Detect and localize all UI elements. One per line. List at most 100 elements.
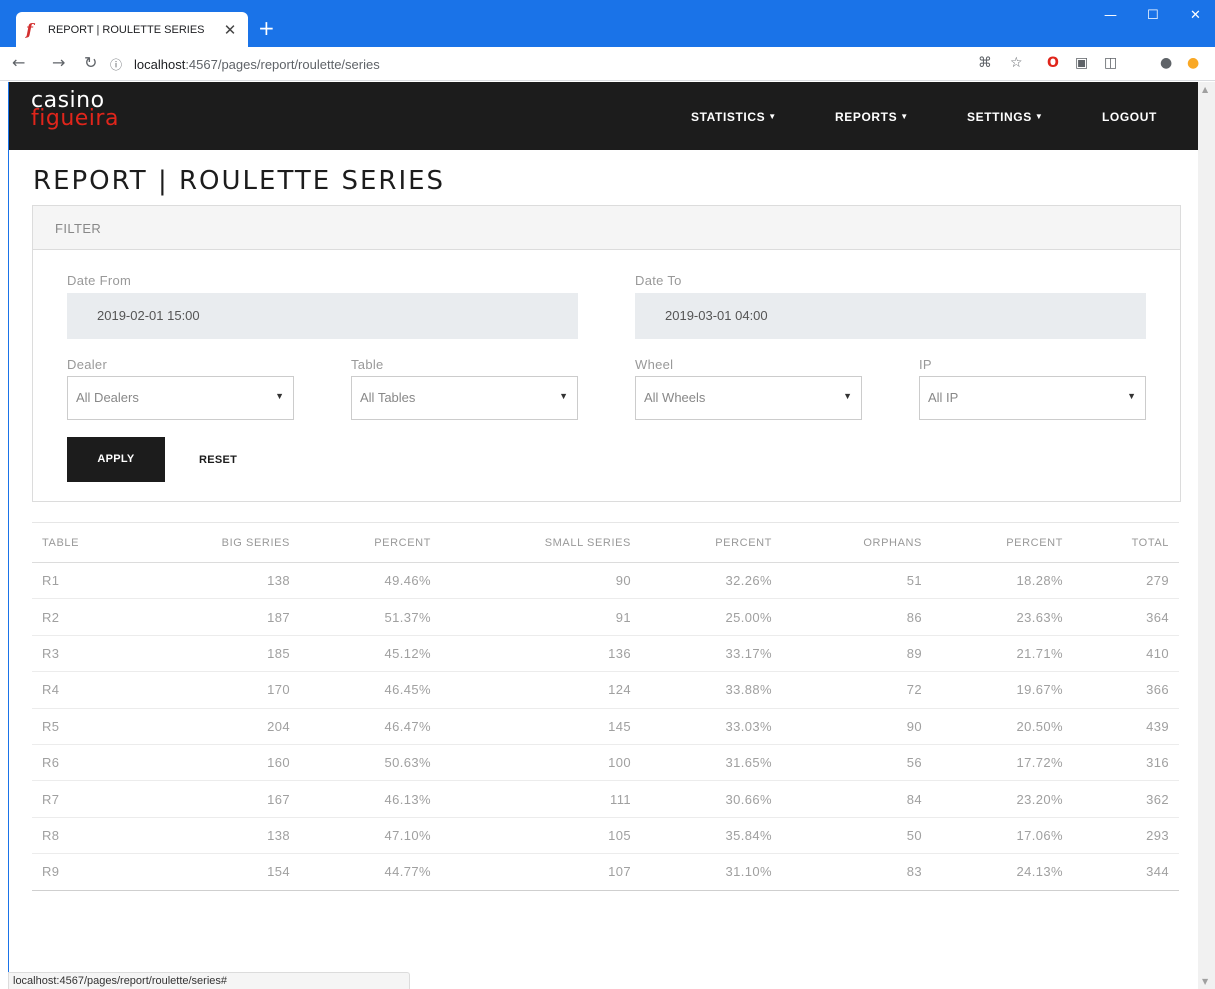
table-cell: 362 [1073, 780, 1179, 818]
apply-button[interactable]: APPLY [67, 437, 165, 482]
url-host: localhost [134, 56, 186, 72]
address-bar: ← → ↻ ⓘ localhost:4567/pages/report/roul… [0, 47, 1215, 81]
table-cell: 33.03% [641, 708, 782, 745]
table-cell: 90 [782, 708, 932, 745]
scroll-up-icon[interactable]: ▲ [1202, 85, 1208, 94]
table-cell: R7 [32, 780, 182, 818]
reset-button[interactable]: RESET [199, 454, 237, 466]
casino-logo[interactable]: casino figueira [31, 90, 119, 131]
table-cell: R5 [32, 708, 182, 745]
table-row: R7 167 46.13% 111 30.66% 84 23.20% 362 [32, 780, 1179, 818]
dealer-label: Dealer [67, 357, 108, 372]
maximize-icon[interactable]: ☐ [1147, 8, 1159, 23]
date-to-label: Date To [635, 273, 682, 288]
browser-titlebar: f REPORT | ROULETTE SERIES ✕ + — ☐ ✕ [0, 0, 1215, 47]
nav-logout[interactable]: LOGOUT [1102, 110, 1157, 124]
site-info-icon[interactable]: ⓘ [110, 56, 128, 73]
table-cell: 170 [182, 671, 300, 709]
wheel-select[interactable]: All Wheels ▼ [635, 376, 862, 420]
browser-tab[interactable]: f REPORT | ROULETTE SERIES ✕ [16, 12, 248, 47]
date-from-label: Date From [67, 273, 132, 288]
table-cell: 25.00% [641, 598, 782, 636]
table-cell: 84 [782, 780, 932, 818]
table-cell: 31.65% [641, 744, 782, 782]
filter-panel: FILTER Date From 2019-02-01 15:00 Date T… [32, 205, 1181, 502]
table-cell: 107 [441, 853, 641, 891]
logo-bottom-text: figueira [31, 106, 119, 131]
column-header: PERCENT [641, 522, 782, 563]
table-cell: 293 [1073, 817, 1179, 855]
table-cell: 138 [182, 817, 300, 855]
table-cell: 167 [182, 780, 300, 818]
new-tab-icon[interactable]: + [258, 18, 275, 38]
table-cell: 439 [1073, 708, 1179, 745]
translate-icon[interactable]: ⌘ [978, 55, 992, 71]
back-arrow-icon[interactable]: ← [12, 53, 25, 72]
dropdown-caret-icon: ▼ [1127, 391, 1136, 401]
table-cell: 279 [1073, 562, 1179, 600]
dealer-select[interactable]: All Dealers ▼ [67, 376, 294, 420]
caret-down-icon: ▼ [768, 112, 777, 121]
table-cell: 410 [1073, 635, 1179, 673]
table-cell: 24.13% [932, 853, 1073, 891]
bookmark-star-icon[interactable]: ☆ [1010, 55, 1023, 71]
table-cell: 124 [441, 671, 641, 709]
table-cell: 83 [782, 853, 932, 891]
window-edge [8, 82, 9, 989]
column-header: TOTAL [1073, 522, 1179, 563]
table-label: Table [351, 357, 384, 372]
nav-reports[interactable]: REPORTS ▼ [835, 110, 909, 124]
opera-icon[interactable]: O [1047, 55, 1059, 71]
ip-label: IP [919, 357, 932, 372]
nav-statistics-label: STATISTICS [691, 110, 766, 124]
table-cell: R8 [32, 817, 182, 855]
profile-icon[interactable]: ● [1160, 55, 1172, 71]
table-cell: 100 [441, 744, 641, 782]
table-cell: R6 [32, 744, 182, 782]
caret-down-icon: ▼ [900, 112, 909, 121]
table-select[interactable]: All Tables ▼ [351, 376, 578, 420]
nav-reports-label: REPORTS [835, 110, 898, 124]
table-cell: 138 [182, 562, 300, 600]
tab-close-icon[interactable]: ✕ [222, 21, 238, 39]
table-cell: R2 [32, 598, 182, 636]
table-row: R1 138 49.46% 90 32.26% 51 18.28% 279 [32, 562, 1179, 600]
column-header: TABLE [32, 522, 182, 563]
table-cell: 366 [1073, 671, 1179, 709]
table-cell: 17.72% [932, 744, 1073, 782]
reload-icon[interactable]: ↻ [84, 53, 97, 72]
table-cell: R4 [32, 671, 182, 709]
column-header: ORPHANS [782, 522, 932, 563]
date-from-input[interactable]: 2019-02-01 15:00 [67, 293, 578, 339]
vertical-scrollbar[interactable]: ▲ ▼ [1198, 82, 1215, 989]
filter-header: FILTER [33, 206, 1180, 250]
wheel-selected-value: All Wheels [644, 390, 706, 405]
nav-statistics[interactable]: STATISTICS ▼ [691, 110, 777, 124]
table-cell: 91 [441, 598, 641, 636]
window-close-icon[interactable]: ✕ [1190, 8, 1201, 23]
table-row: R8 138 47.10% 105 35.84% 50 17.06% 293 [32, 817, 1179, 855]
url-text: localhost:4567/pages/report/roulette/ser… [134, 57, 380, 72]
table-cell: 50.63% [300, 744, 441, 782]
table-row: R4 170 46.45% 124 33.88% 72 19.67% 366 [32, 671, 1179, 709]
table-row: R3 185 45.12% 136 33.17% 89 21.71% 410 [32, 635, 1179, 673]
camera-icon[interactable]: ◫ [1104, 55, 1117, 71]
scroll-down-icon[interactable]: ▼ [1202, 977, 1208, 986]
table-cell: 23.20% [932, 780, 1073, 818]
page-title: REPORT | ROULETTE SERIES [33, 166, 446, 196]
table-cell: 72 [782, 671, 932, 709]
forward-arrow-icon[interactable]: → [52, 53, 65, 72]
url-field[interactable]: ⓘ localhost:4567/pages/report/roulette/s… [110, 52, 960, 76]
table-cell: 51.37% [300, 598, 441, 636]
table-row: R9 154 44.77% 107 31.10% 83 24.13% 344 [32, 853, 1179, 891]
minimize-icon[interactable]: — [1104, 8, 1117, 23]
nav-settings[interactable]: SETTINGS ▼ [967, 110, 1043, 124]
table-cell: 90 [441, 562, 641, 600]
nav-settings-label: SETTINGS [967, 110, 1032, 124]
dropdown-caret-icon: ▼ [843, 391, 852, 401]
ip-select[interactable]: All IP ▼ [919, 376, 1146, 420]
casino-favicon-icon: f [26, 20, 33, 39]
update-alert-icon[interactable]: ● [1187, 55, 1199, 71]
date-to-input[interactable]: 2019-03-01 04:00 [635, 293, 1146, 339]
extension-icon[interactable]: ▣ [1075, 55, 1088, 71]
